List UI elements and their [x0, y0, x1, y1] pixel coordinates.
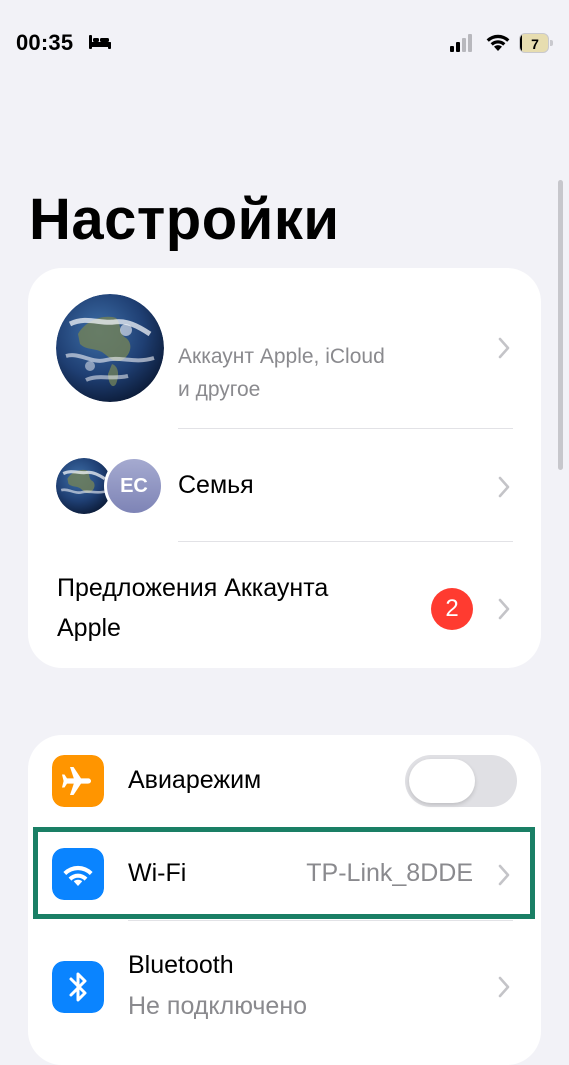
earth-avatar-icon	[56, 294, 164, 402]
chevron-right-icon	[498, 976, 510, 998]
cellular-signal-icon	[450, 34, 472, 52]
chevron-right-icon	[498, 476, 510, 498]
toggle-knob	[409, 759, 475, 803]
account-suggestions-label: Предложения Аккаунта Apple	[57, 568, 417, 648]
battery-body: 7	[519, 33, 549, 53]
family-member-avatar: EC	[104, 456, 164, 516]
airplane-mode-row: Авиарежим	[28, 735, 541, 827]
account-suggestions-label-line1: Предложения Аккаунта	[57, 574, 329, 602]
bed-icon	[89, 35, 111, 49]
chevron-right-icon	[498, 337, 510, 359]
bluetooth-icon	[52, 961, 104, 1013]
account-subtitle-line1: Аккаунт Apple, iCloud	[178, 345, 385, 368]
bluetooth-row[interactable]: Bluetooth Не подключено	[28, 921, 541, 1065]
account-card: Аккаунт Apple, iCloud и другое EC Семья	[28, 268, 541, 668]
scroll-indicator[interactable]	[558, 180, 563, 470]
battery-cap	[550, 40, 553, 46]
battery-icon: 7	[519, 33, 553, 53]
earth-avatar	[56, 294, 164, 402]
notification-badge: 2	[431, 588, 473, 630]
chevron-right-icon	[498, 598, 510, 620]
family-label: Семья	[178, 471, 254, 499]
airplane-mode-toggle[interactable]	[405, 755, 517, 807]
airplane-mode-label: Авиарежим	[128, 766, 262, 794]
account-subtitle-line2: и другое	[178, 378, 261, 401]
airplane-icon	[52, 755, 104, 807]
bluetooth-label: Bluetooth	[128, 951, 234, 979]
account-subtitle: Аккаунт Apple, iCloud и другое	[178, 340, 385, 406]
status-time: 00:35	[16, 30, 74, 55]
apple-account-row[interactable]: Аккаунт Apple, iCloud и другое	[28, 268, 541, 428]
wifi-highlight-box	[33, 827, 535, 919]
wifi-icon	[486, 34, 510, 51]
bluetooth-status: Не подключено	[128, 992, 308, 1020]
page-title: Настройки	[29, 187, 340, 252]
status-bar: 00:35 7	[0, 0, 569, 88]
account-suggestions-label-line2: Apple	[57, 614, 121, 642]
battery-level: 7	[531, 36, 539, 52]
